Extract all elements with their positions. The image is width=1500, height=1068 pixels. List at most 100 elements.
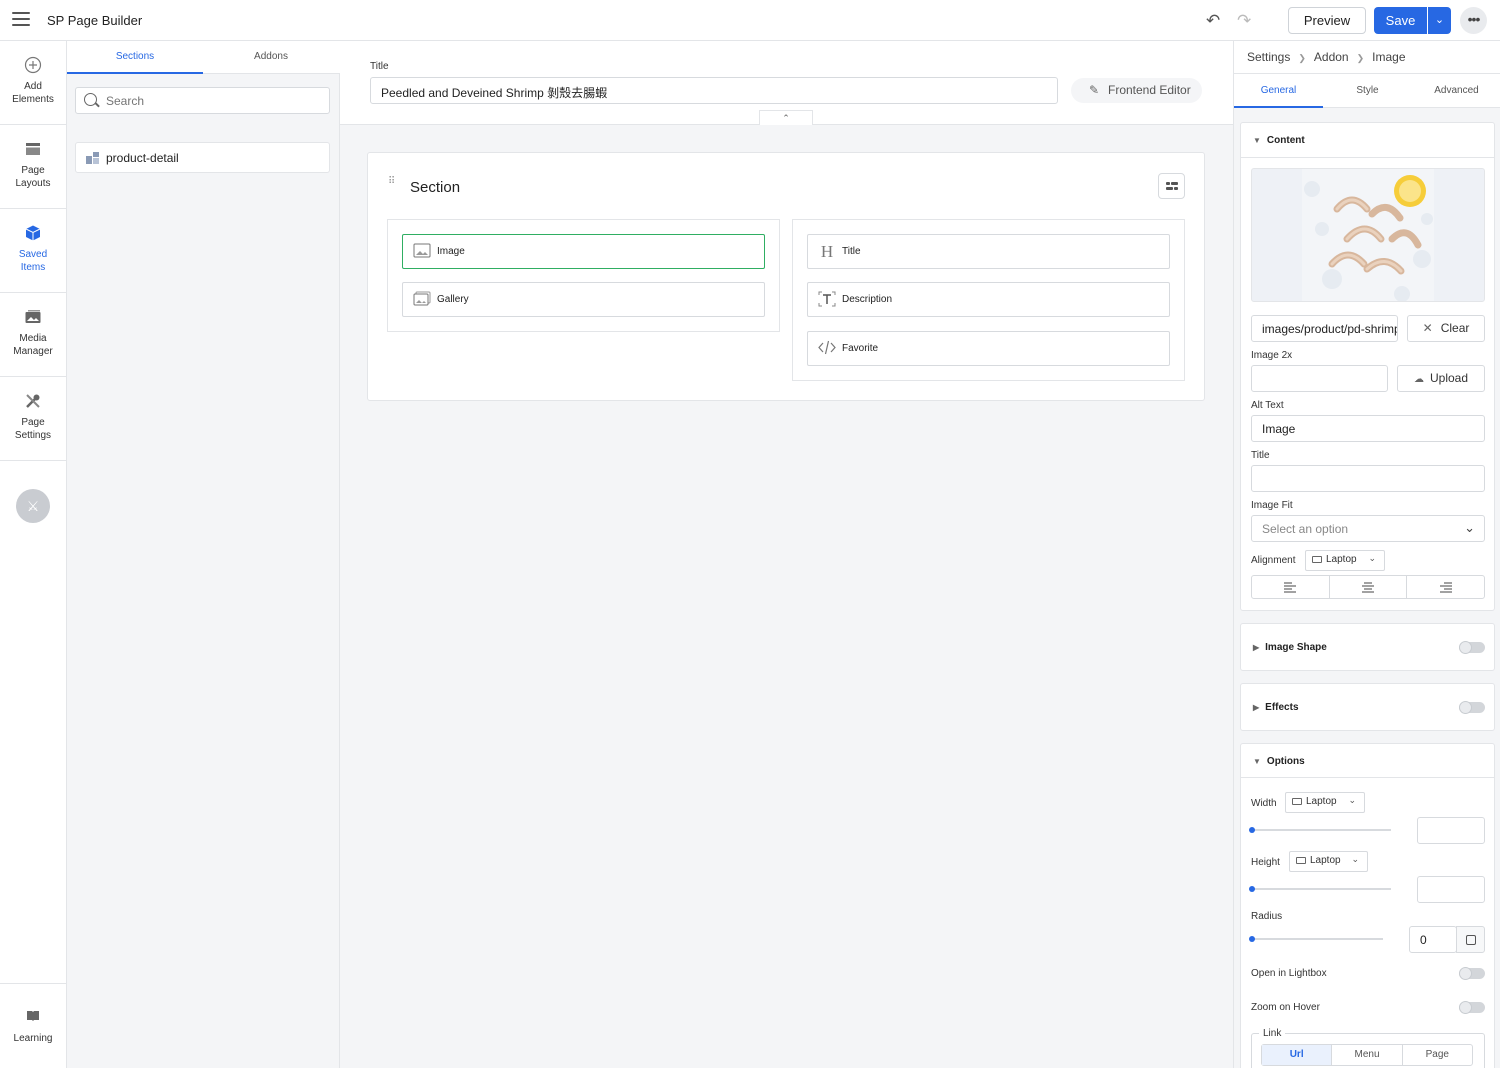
page-layouts-button[interactable]: Page Layouts xyxy=(0,125,66,209)
link-tab-url[interactable]: Url xyxy=(1262,1045,1333,1065)
effects-toggle[interactable] xyxy=(1459,701,1485,714)
title-input[interactable]: Peedled and Deveined Shrimp 剝殼去腸蝦 xyxy=(370,77,1058,104)
add-elements-label-2: Elements xyxy=(12,94,54,105)
clear-button[interactable]: ✕ Clear xyxy=(1407,315,1485,342)
upload-label: Upload xyxy=(1429,371,1469,385)
height-input[interactable] xyxy=(1417,876,1485,903)
width-device-select[interactable]: Laptop ⌄ xyxy=(1285,792,1365,813)
save-dropdown-icon[interactable]: ⌄ xyxy=(1428,7,1451,34)
image2x-field[interactable] xyxy=(1251,365,1388,392)
gallery-icon xyxy=(413,291,431,308)
frontend-editor-button[interactable]: ✎ Frontend Editor xyxy=(1071,78,1202,103)
breadcrumb-settings[interactable]: Settings xyxy=(1247,50,1290,64)
tab-style[interactable]: Style xyxy=(1323,74,1412,108)
addon-title[interactable]: H Title xyxy=(807,234,1170,269)
image-shape-header[interactable]: ▶ Image Shape xyxy=(1253,642,1327,653)
tab-advanced[interactable]: Advanced xyxy=(1412,74,1500,108)
image-icon xyxy=(413,243,431,260)
addon-favorite[interactable]: Favorite xyxy=(807,331,1170,366)
page-settings-button[interactable]: Page Settings xyxy=(0,377,66,461)
align-left-icon xyxy=(1284,582,1297,593)
column-left[interactable]: Image Gallery xyxy=(387,219,780,332)
plus-circle-icon xyxy=(24,56,42,74)
addon-description[interactable]: Description xyxy=(807,282,1170,317)
save-button[interactable]: Save xyxy=(1374,7,1427,34)
align-center-button[interactable] xyxy=(1330,576,1408,598)
media-manager-button[interactable]: Media Manager xyxy=(0,293,66,377)
addon-label: Gallery xyxy=(437,294,469,305)
radius-slider[interactable] xyxy=(1249,936,1383,942)
section-settings-icon[interactable] xyxy=(1158,173,1185,199)
tab-general[interactable]: General xyxy=(1234,74,1323,108)
link-type-tabs: Url Menu Page xyxy=(1261,1044,1473,1066)
code-icon xyxy=(818,340,836,357)
width-slider[interactable] xyxy=(1249,827,1391,833)
divider xyxy=(1241,777,1494,778)
width-input[interactable] xyxy=(1417,817,1485,844)
preview-button[interactable]: Preview xyxy=(1288,7,1366,34)
image-shape-label: Image Shape xyxy=(1265,642,1327,653)
builder-canvas: ⠿ Section Image Gallery H Title Descript… xyxy=(340,125,1233,1068)
learning-button[interactable]: Learning xyxy=(0,983,66,1068)
drag-handle-icon[interactable]: ⠿ xyxy=(388,177,398,195)
zoom-toggle[interactable] xyxy=(1459,1001,1485,1014)
radius-unit-button[interactable] xyxy=(1456,926,1485,953)
column-right[interactable]: H Title Description Favorite xyxy=(792,219,1185,381)
clear-label: Clear xyxy=(1440,321,1470,335)
close-icon: ✕ xyxy=(1422,321,1433,335)
search-input[interactable] xyxy=(106,92,321,110)
height-device-select[interactable]: Laptop ⌄ xyxy=(1289,851,1368,872)
list-item[interactable]: product-detail xyxy=(75,142,330,173)
search-box xyxy=(75,87,330,114)
redo-icon[interactable]: ↷ xyxy=(1237,11,1251,31)
options-card: ▼ Options Width Laptop ⌄ Height Laptop ⌄ Ra… xyxy=(1240,743,1495,1068)
menu-icon[interactable] xyxy=(12,12,30,26)
page-layouts-label-1: Page xyxy=(21,165,45,176)
clean-broom-icon[interactable]: ⚔ xyxy=(16,489,50,523)
alignment-device-select[interactable]: Laptop ⌄ xyxy=(1305,550,1385,571)
content-header[interactable]: ▼ Content xyxy=(1253,135,1305,146)
top-bar: SP Page Builder ↶ ↷ Preview Save ⌄ ••• xyxy=(0,0,1500,41)
image-fit-select[interactable]: Select an option ⌄ xyxy=(1251,515,1485,542)
more-options-icon[interactable]: ••• xyxy=(1460,7,1487,34)
collapse-icon[interactable]: ⌃ xyxy=(759,110,813,125)
image-path-field[interactable]: images/product/pd-shrimp.jpg xyxy=(1251,315,1398,342)
tab-addons[interactable]: Addons xyxy=(203,41,339,74)
upload-button[interactable]: ☁ Upload xyxy=(1397,365,1485,392)
panel-tabs: Sections Addons xyxy=(67,41,340,74)
lightbox-label: Open in Lightbox xyxy=(1251,968,1327,979)
image-shape-toggle[interactable] xyxy=(1459,641,1485,654)
image-fit-label: Image Fit xyxy=(1251,500,1293,511)
alt-text-field[interactable]: Image xyxy=(1251,415,1485,442)
divider xyxy=(1241,157,1494,158)
image-shape-card: ▶ Image Shape xyxy=(1240,623,1495,671)
breadcrumb-addon[interactable]: Addon xyxy=(1314,50,1349,64)
options-header-label: Options xyxy=(1266,756,1305,767)
effects-label: Effects xyxy=(1265,702,1299,713)
title-field[interactable] xyxy=(1251,465,1485,492)
align-right-button[interactable] xyxy=(1407,576,1484,598)
height-label: Height xyxy=(1251,857,1280,868)
addon-label: Description xyxy=(842,294,893,305)
height-slider[interactable] xyxy=(1249,886,1391,892)
addon-gallery[interactable]: Gallery xyxy=(402,282,765,317)
saved-items-button[interactable]: Saved Items xyxy=(0,209,66,293)
options-header[interactable]: ▼ Options xyxy=(1253,756,1305,767)
radius-input[interactable]: 0 xyxy=(1409,926,1457,953)
addon-image[interactable]: Image xyxy=(402,234,765,269)
add-elements-button[interactable]: Add Elements xyxy=(0,41,66,125)
link-tab-page[interactable]: Page xyxy=(1403,1045,1472,1065)
radius-label: Radius xyxy=(1251,911,1283,922)
tab-sections[interactable]: Sections xyxy=(67,41,203,74)
effects-header[interactable]: ▶ Effects xyxy=(1253,702,1299,713)
align-left-button[interactable] xyxy=(1252,576,1330,598)
section-icon xyxy=(86,152,99,164)
image-preview[interactable] xyxy=(1251,168,1485,302)
undo-icon[interactable]: ↶ xyxy=(1206,11,1220,31)
lightbox-toggle[interactable] xyxy=(1459,967,1485,980)
link-tab-menu[interactable]: Menu xyxy=(1332,1045,1403,1065)
search-icon xyxy=(84,93,97,106)
saved-items-label-1: Saved xyxy=(18,249,48,260)
section-block[interactable]: ⠿ Section Image Gallery H Title Descript… xyxy=(367,152,1205,401)
list-item-label: product-detail xyxy=(106,151,179,165)
